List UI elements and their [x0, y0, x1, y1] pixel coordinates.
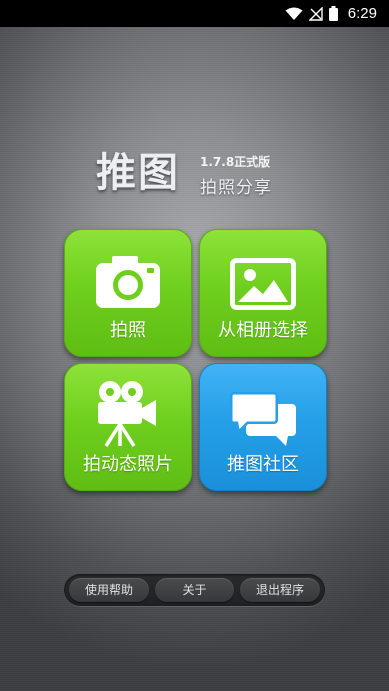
version-label: 1.7.8正式版 — [200, 155, 271, 169]
camera-icon — [96, 256, 160, 312]
bottom-menu: 使用帮助 关于 退出程序 — [64, 574, 325, 606]
logo-subtitle: 拍照分享 — [200, 178, 272, 198]
picture-icon — [230, 258, 296, 314]
app-logo: 推图 1.7.8正式版 拍照分享 — [96, 150, 296, 202]
tile-label: 从相册选择 — [218, 320, 308, 341]
take-live-photo-button[interactable]: 拍动态照片 — [64, 363, 192, 491]
signal-off-icon — [308, 6, 323, 21]
choose-from-album-button[interactable]: 从相册选择 — [199, 229, 327, 357]
battery-icon — [328, 6, 338, 21]
status-bar: 6:29 — [0, 0, 389, 27]
about-button[interactable]: 关于 — [155, 578, 234, 602]
community-button[interactable]: 推图社区 — [199, 363, 327, 491]
take-photo-button[interactable]: 拍照 — [64, 229, 192, 357]
exit-button[interactable]: 退出程序 — [240, 578, 320, 602]
main-menu-grid: 拍照 从相册选择 拍动态照片 推图社区 — [64, 229, 327, 491]
tile-label: 拍照 — [110, 320, 146, 341]
wifi-icon — [285, 7, 303, 21]
status-time: 6:29 — [347, 5, 377, 22]
help-button[interactable]: 使用帮助 — [69, 578, 149, 602]
tile-label: 推图社区 — [227, 454, 299, 475]
logo-title: 推图 — [96, 150, 180, 196]
tile-label: 拍动态照片 — [83, 454, 173, 475]
chat-bubbles-icon — [228, 390, 298, 450]
video-camera-icon — [96, 380, 160, 452]
